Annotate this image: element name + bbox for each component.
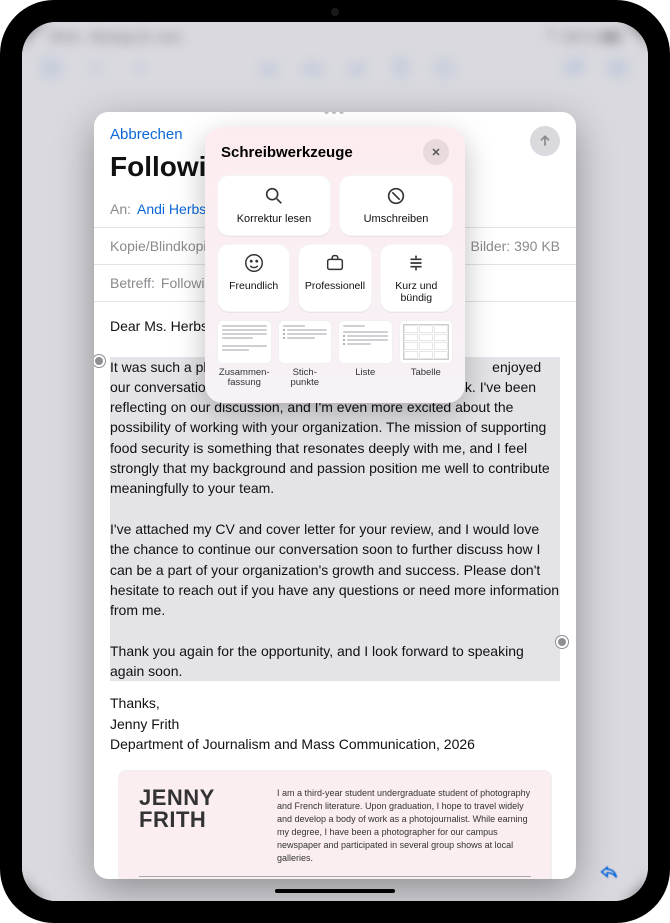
rewrite-icon xyxy=(385,185,407,207)
keypoints-thumb[interactable]: Stich- punkte xyxy=(278,320,333,389)
table-thumb[interactable]: Tabelle xyxy=(399,320,454,389)
cv-divider xyxy=(139,876,531,877)
keypoints-label: Stich- punkte xyxy=(290,368,319,389)
popover-close-button[interactable] xyxy=(423,139,449,165)
send-button[interactable] xyxy=(530,126,560,156)
selection-handle-start[interactable] xyxy=(94,355,105,367)
signoff: Thanks, Jenny Frith Department of Journa… xyxy=(110,693,560,754)
table-preview xyxy=(399,320,454,364)
to-recipient[interactable]: Andi Herbst xyxy=(137,201,210,217)
popover-title: Schreibwerkzeuge xyxy=(221,144,353,161)
to-label: An: xyxy=(110,201,131,217)
arrow-up-icon xyxy=(537,133,553,149)
ipad-frame: 09:41 Montag 10. Juni 100 % xyxy=(0,0,670,923)
professional-button[interactable]: Professionell xyxy=(298,244,371,312)
body-p3: Thank you again for the opportunity, and… xyxy=(110,643,524,679)
bottom-reply-icon[interactable] xyxy=(598,860,620,887)
subject-label: Betreff: xyxy=(110,275,155,291)
briefcase-icon xyxy=(324,252,346,274)
body-p2: I've attached my CV and cover letter for… xyxy=(110,521,559,618)
proofread-label: Korrektur lesen xyxy=(237,213,312,226)
list-label: Liste xyxy=(355,368,375,378)
cv-name-last: FRITH xyxy=(139,809,259,831)
close-icon xyxy=(430,146,442,158)
summary-label: Zusammen- fassung xyxy=(219,368,270,389)
selected-text: It was such a pleasure hidden under popo… xyxy=(110,357,560,682)
concise-icon xyxy=(405,252,427,274)
writing-tools-popover: Schreibwerkzeuge Korrektur lesen Umschre… xyxy=(205,127,465,403)
sign-dept: Department of Journalism and Mass Commun… xyxy=(110,734,560,754)
list-thumb[interactable]: Liste xyxy=(338,320,393,389)
sheet-grabber[interactable]: ••• xyxy=(324,112,347,122)
sign-thanks: Thanks, xyxy=(110,693,560,713)
cv-bio: I am a third-year student undergraduate … xyxy=(277,787,531,865)
concise-button[interactable]: Kurz und bündig xyxy=(380,244,453,312)
front-camera xyxy=(331,8,339,16)
smile-icon xyxy=(243,252,265,274)
magnifier-icon xyxy=(263,185,285,207)
friendly-button[interactable]: Freundlich xyxy=(217,244,290,312)
selection-handle-end[interactable] xyxy=(556,636,568,648)
table-label: Tabelle xyxy=(411,368,441,378)
professional-label: Professionell xyxy=(305,280,365,292)
sign-name: Jenny Frith xyxy=(110,714,560,734)
concise-label: Kurz und bündig xyxy=(384,280,449,304)
attachment-info: Bilder: 390 KB xyxy=(471,238,561,254)
list-preview xyxy=(338,320,393,364)
home-indicator[interactable] xyxy=(275,889,395,893)
cv-attachment[interactable]: JENNY FRITH I am a third-year student un… xyxy=(118,770,552,879)
summary-thumb[interactable]: Zusammen- fassung xyxy=(217,320,272,389)
screen: 09:41 Montag 10. Juni 100 % xyxy=(22,22,648,901)
cv-name-first: JENNY xyxy=(139,787,259,809)
summary-preview xyxy=(217,320,272,364)
keypoints-preview xyxy=(278,320,333,364)
rewrite-label: Umschreiben xyxy=(364,213,429,226)
proofread-button[interactable]: Korrektur lesen xyxy=(217,175,331,236)
rewrite-button[interactable]: Umschreiben xyxy=(339,175,453,236)
friendly-label: Freundlich xyxy=(229,280,278,292)
